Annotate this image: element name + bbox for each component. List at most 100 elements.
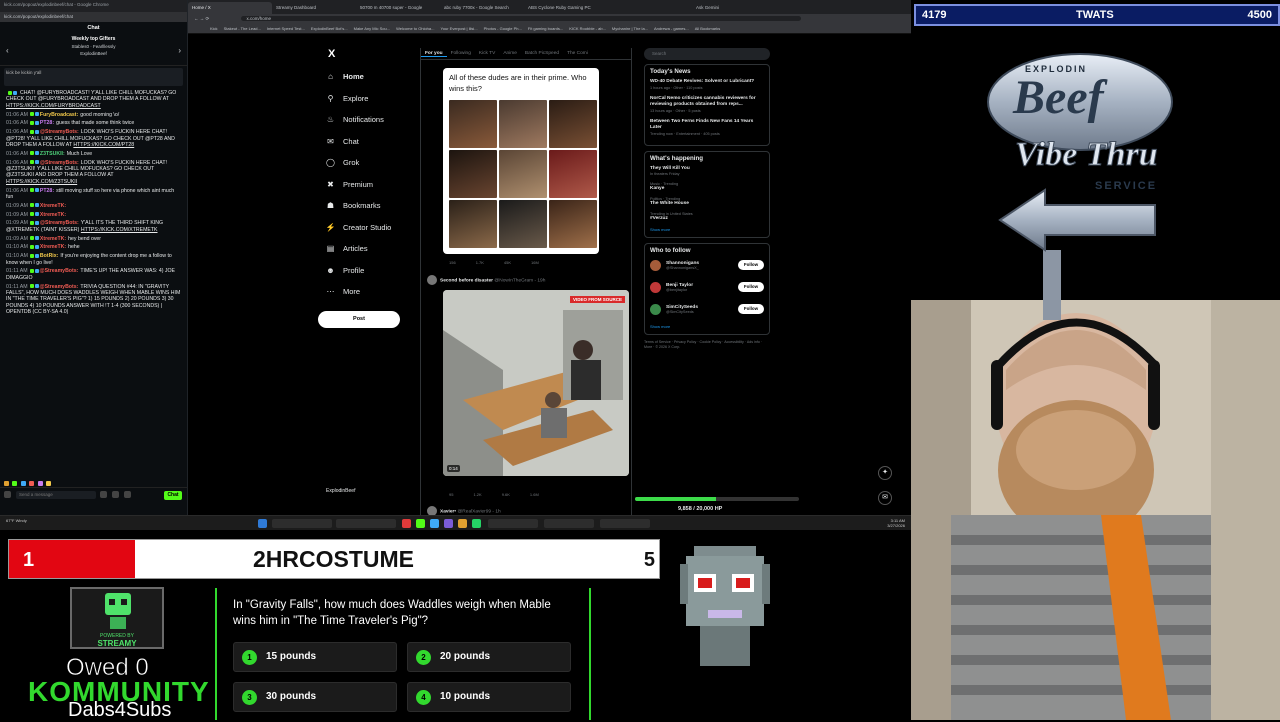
taskbar-app[interactable] <box>272 519 332 528</box>
message-link[interactable]: HTTPS://KICK.COM/XTREMETK <box>81 227 158 233</box>
browser-tab[interactable]: ABS Cyclone Ruby Gaming PC <box>524 2 608 14</box>
nav-home[interactable]: ⌂ Home <box>318 66 418 88</box>
taskbar-app[interactable] <box>336 519 396 528</box>
emote-picker-icon[interactable] <box>100 491 107 498</box>
taskbar-app-icon[interactable] <box>444 519 453 528</box>
messages-icon[interactable]: ✉ <box>878 491 892 505</box>
nav-explore[interactable]: ⚲ Explore <box>318 88 418 110</box>
message-user[interactable]: @StreamyBots: <box>40 284 79 290</box>
taskbar-app-icon[interactable] <box>472 519 481 528</box>
nav-bookmarks[interactable]: ☗ Bookmarks <box>318 195 418 217</box>
chat-send-button[interactable]: Chat <box>164 491 182 500</box>
browser-tab[interactable]: Streamy Dashboard <box>272 2 356 14</box>
message-link[interactable]: HTTPS://KICK.COM/FURYBROADCAST <box>6 103 101 109</box>
news-item[interactable]: NorCal Nemo criticizes cannabis reviewer… <box>650 96 764 108</box>
message-user[interactable]: XtremeTK: <box>40 212 66 218</box>
bookmark[interactable]: Your Everpost | lilsi... <box>440 26 477 31</box>
message-link[interactable]: HTTPS://KICK.COM/PT28 <box>73 142 134 148</box>
trivia-option[interactable]: 4 10 pounds <box>407 682 571 712</box>
emote-icon[interactable] <box>37 481 43 486</box>
weather-widget[interactable]: 67°F Windy <box>6 518 27 523</box>
settings-icon[interactable] <box>4 491 11 498</box>
message-user[interactable]: XtremeTK: <box>40 236 66 242</box>
message-user[interactable]: XtremeTK: <box>40 244 66 250</box>
message-user[interactable]: BotRix: <box>40 253 58 259</box>
message-link[interactable]: HTTPS://KICK.COM/Z3TSUKII <box>6 179 77 185</box>
emote-icon[interactable] <box>4 481 9 486</box>
avatar[interactable] <box>427 275 437 285</box>
browser-tab[interactable]: Ask Gemini <box>692 2 776 14</box>
nav-more[interactable]: ⋯ More <box>318 281 418 303</box>
trivia-option[interactable]: 1 15 pounds <box>233 642 397 672</box>
bookmark[interactable]: Welcome to Ohioha... <box>396 26 434 31</box>
bookmark[interactable]: Internet Speed Test... <box>267 26 305 31</box>
tab-list[interactable]: The Comi <box>563 48 592 56</box>
bookmark[interactable]: KICK Roobble - ab... <box>569 26 606 31</box>
nav-chat[interactable]: ✉ Chat <box>318 131 418 153</box>
trend-item[interactable]: They Will Kill You <box>650 166 764 171</box>
search-input[interactable]: Search <box>644 48 770 60</box>
like-count[interactable]: 45K <box>504 260 511 265</box>
bookmark[interactable]: Photos - Google Ph... <box>484 26 522 31</box>
taskbar-app-icon[interactable] <box>402 519 411 528</box>
bookmark[interactable]: Mychaninr | The la... <box>612 26 648 31</box>
taskbar-clock[interactable]: 3:11 AM 3/27/2026 <box>887 518 905 528</box>
quote-image-card[interactable]: All of these dudes are in their prime. W… <box>443 68 599 254</box>
chat-url-bar[interactable]: kick.com/popout/explodinbeef/chat <box>0 12 187 22</box>
chat-input[interactable]: Send a message <box>16 491 96 499</box>
trend-item[interactable]: Kanye <box>650 186 764 191</box>
x-logo-icon[interactable]: X <box>328 48 418 60</box>
bookmark[interactable]: Andrewa - games... <box>654 26 689 31</box>
follow-button[interactable]: Follow <box>738 304 764 314</box>
taskbar-app[interactable] <box>600 519 650 528</box>
message-user[interactable]: PT28: <box>40 188 54 194</box>
reply-count[interactable]: 156 <box>449 260 456 265</box>
message-user[interactable]: XtremeTK: <box>40 203 66 209</box>
trend-item[interactable]: The White House <box>650 201 764 206</box>
follow-suggestion[interactable]: Shannonigans @ShannonigansX_ Follow <box>650 258 764 272</box>
emote-icon[interactable] <box>46 481 52 486</box>
chevron-left-icon[interactable]: ‹ <box>6 46 9 55</box>
show-more-link[interactable]: Show more <box>650 227 764 232</box>
nav-grok[interactable]: ◯ Grok <box>318 152 418 174</box>
bookmark[interactable]: Stakeut - The Lead... <box>224 26 261 31</box>
tab-list[interactable]: Anime <box>499 48 521 56</box>
trend-item[interactable]: #Verzuz <box>650 216 764 221</box>
bookmark[interactable]: Kick <box>210 26 218 31</box>
tab-for-you[interactable]: For you <box>421 48 447 57</box>
follow-suggestion[interactable]: Benji Taylor @benjitaylor Follow <box>650 280 764 294</box>
grok-icon[interactable]: ✦ <box>878 466 892 480</box>
browser-tab[interactable]: abc ruby 7700x - Google Search <box>440 2 524 14</box>
news-item[interactable]: Between Two Ferns Finds New Fans 14 Year… <box>650 119 764 131</box>
reply-count[interactable]: 95 <box>449 492 453 497</box>
message-user[interactable]: @StreamyBots: <box>40 160 79 166</box>
taskbar-app[interactable] <box>544 519 594 528</box>
view-count[interactable]: 16M <box>531 260 539 265</box>
taskbar-app-icon[interactable] <box>430 519 439 528</box>
show-more-link[interactable]: Show more <box>650 324 764 329</box>
avatar[interactable] <box>427 506 437 515</box>
post-button[interactable]: Post <box>318 310 400 328</box>
emote-icon[interactable] <box>12 481 18 486</box>
message-user[interactable]: @StreamyBots: <box>40 220 79 226</box>
bookmark[interactable]: All Bookmarks <box>695 26 721 31</box>
follow-button[interactable]: Follow <box>738 282 764 292</box>
emote-icon[interactable] <box>20 481 26 486</box>
x-footer-links[interactable]: Terms of Service · Privacy Policy · Cook… <box>644 340 770 350</box>
trivia-option[interactable]: 2 20 pounds <box>407 642 571 672</box>
nav-creator-studio[interactable]: ⚡ Creator Studio <box>318 217 418 239</box>
browser-tab[interactable]: 50700 m 40700 super - Google <box>356 2 440 14</box>
taskbar-app-icon[interactable] <box>416 519 425 528</box>
browser-tab[interactable] <box>608 2 692 14</box>
browser-tab[interactable]: Home / X <box>188 2 272 14</box>
nav-premium[interactable]: ✖ Premium <box>318 174 418 196</box>
repost-count[interactable]: 1.2K <box>473 492 481 497</box>
start-icon[interactable] <box>258 519 267 528</box>
nav-profile[interactable]: ☻ Profile <box>318 260 418 282</box>
chevron-right-icon[interactable]: › <box>178 46 181 55</box>
video-player[interactable]: VIDEO FROM SOURCE 0:14 <box>443 290 629 476</box>
bookmark[interactable]: Fit gaming boards... <box>528 26 563 31</box>
repost-count[interactable]: 1.7K <box>476 260 484 265</box>
tab-following[interactable]: Following <box>447 48 475 56</box>
message-user[interactable]: PT28: <box>40 120 54 126</box>
